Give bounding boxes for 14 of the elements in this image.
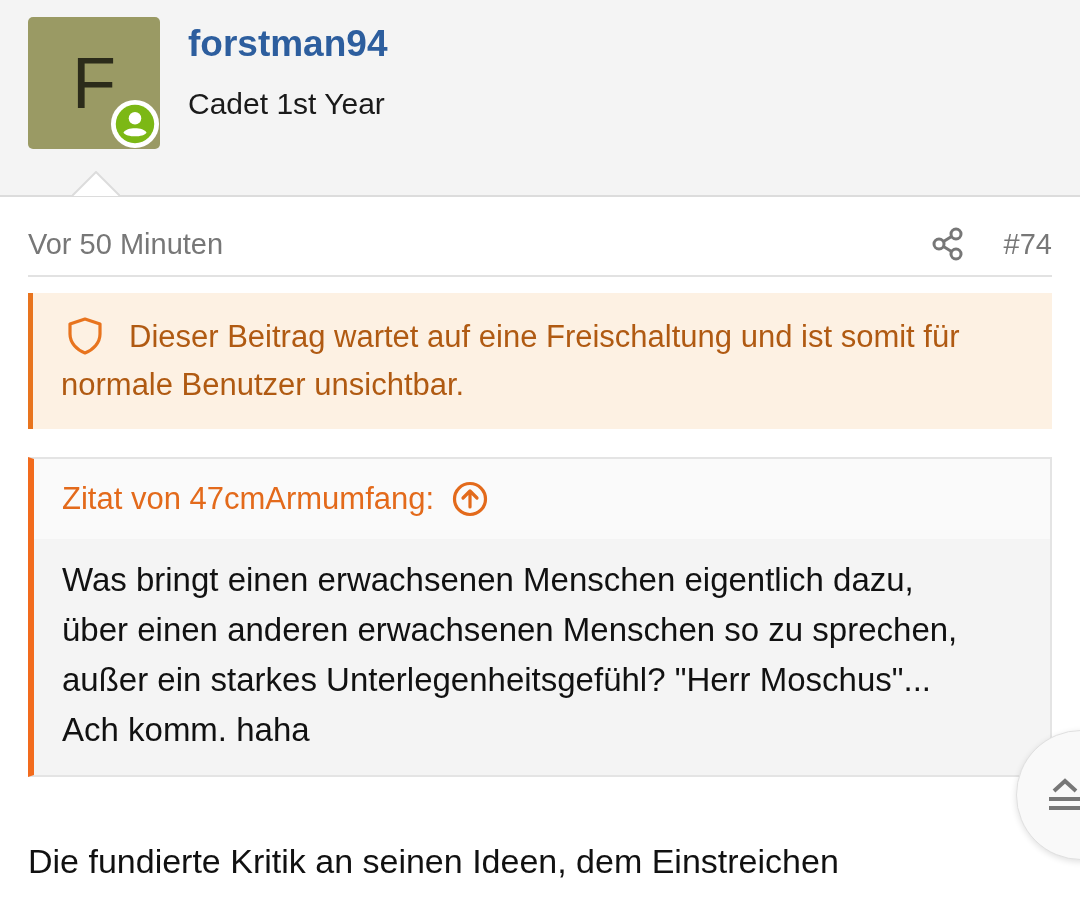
avatar[interactable]: F — [28, 17, 160, 149]
share-icon[interactable] — [931, 227, 964, 261]
post-number-link[interactable]: #74 — [1003, 227, 1052, 261]
shield-icon — [67, 317, 103, 355]
arrow-up-circle-icon[interactable] — [452, 481, 489, 517]
quote-source: Zitat von 47cmArmumfang: — [62, 481, 435, 517]
notice-text: Dieser Beitrag wartet auf eine Freischaltung und ist somit für normale Benutzer unsichtbar. — [61, 316, 961, 404]
post-time: Vor 50 Minuten — [28, 227, 225, 261]
post-text: Die fundierte Kritik an seinen Ideen, dem Einstreichen — [28, 841, 840, 881]
user-rank: Cadet 1st Year — [188, 87, 386, 121]
scroll-top-icon — [1047, 777, 1080, 813]
username-link[interactable]: forstman94 — [188, 23, 388, 65]
avatar-letter: F — [72, 42, 116, 124]
quote-text: Was bringt einen erwachsenen Menschen eigentlich dazu, über einen anderen erwachsenen Menschen so zu sprechen, außer ein starkes Unterlegenheitsgefühl? "Herr Moschus"... Ach komm. haha — [34, 539, 1050, 775]
